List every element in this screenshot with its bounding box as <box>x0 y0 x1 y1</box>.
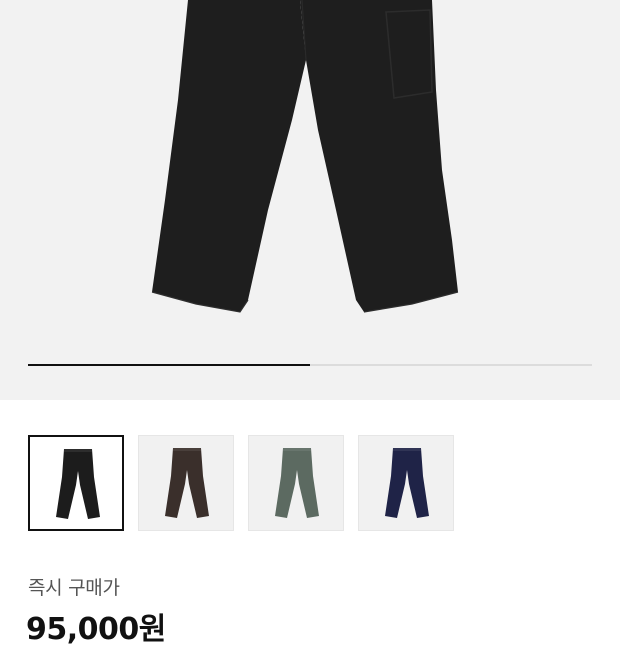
color-variant-thumbnails <box>28 435 592 531</box>
product-main-image <box>151 0 459 313</box>
price-value: 95,000원 <box>26 612 166 647</box>
price-label: 즉시 구매가 <box>28 577 120 599</box>
thumbnail-green-gray[interactable] <box>248 435 344 531</box>
gallery-progress-fill <box>28 364 310 366</box>
gallery-progress-bar[interactable] <box>28 364 592 366</box>
thumbnail-pants-image <box>165 448 209 518</box>
product-image-gallery[interactable] <box>0 0 620 400</box>
thumbnail-brown[interactable] <box>138 435 234 531</box>
thumbnail-black[interactable] <box>28 435 124 531</box>
thumbnail-navy[interactable] <box>358 435 454 531</box>
thumbnail-pants-image <box>275 448 319 518</box>
thumbnail-pants-image <box>385 448 429 518</box>
thumbnail-pants-image <box>56 449 100 519</box>
